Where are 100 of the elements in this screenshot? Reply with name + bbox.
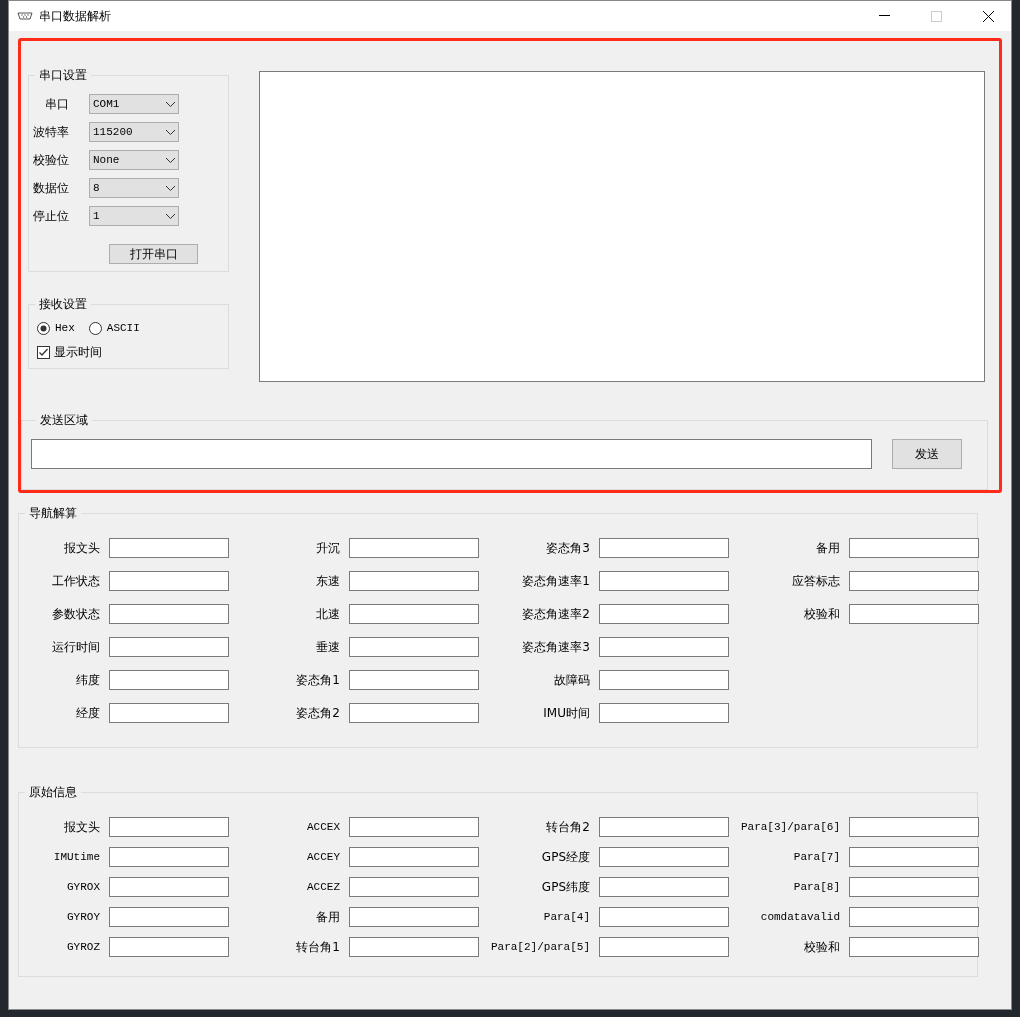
field-label: 备用 bbox=[816, 539, 840, 557]
value-field[interactable] bbox=[109, 604, 229, 624]
value-field[interactable] bbox=[109, 670, 229, 690]
field-label: comdatavalid bbox=[760, 911, 840, 923]
value-field[interactable] bbox=[849, 907, 979, 927]
chevron-icon bbox=[166, 185, 175, 191]
dropdown[interactable]: 115200 bbox=[89, 122, 179, 142]
field-label: GYROX bbox=[67, 881, 100, 893]
value-field[interactable] bbox=[599, 817, 729, 837]
field-label: 应答标志 bbox=[792, 572, 840, 590]
field-label: 运行时间 bbox=[52, 638, 100, 656]
value-field[interactable] bbox=[849, 937, 979, 957]
value-field[interactable] bbox=[849, 538, 979, 558]
value-field[interactable] bbox=[109, 937, 229, 957]
field-label: 经度 bbox=[76, 704, 100, 722]
value-field[interactable] bbox=[599, 703, 729, 723]
field-label: 姿态角3 bbox=[546, 539, 590, 557]
field-label: 北速 bbox=[316, 605, 340, 623]
field-label: 故障码 bbox=[554, 671, 590, 689]
chevron-icon bbox=[166, 129, 175, 135]
group-title: 串口设置 bbox=[38, 67, 88, 84]
field-label: 垂速 bbox=[316, 638, 340, 656]
field-label: IMU时间 bbox=[543, 704, 590, 722]
field-label: Para[7] bbox=[793, 851, 840, 863]
group-title: 导航解算 bbox=[28, 505, 78, 522]
dropdown[interactable]: 8 bbox=[89, 178, 179, 198]
field-label: 报文头 bbox=[64, 818, 100, 836]
field-label: 姿态角速率2 bbox=[522, 605, 590, 623]
value-field[interactable] bbox=[599, 538, 729, 558]
value-field[interactable] bbox=[599, 670, 729, 690]
field-label: 工作状态 bbox=[52, 572, 100, 590]
field-label: Para[2]/para[5] bbox=[490, 941, 590, 953]
value-field[interactable] bbox=[599, 937, 729, 957]
value-field[interactable] bbox=[349, 571, 479, 591]
chevron-icon bbox=[166, 157, 175, 163]
field-label: 停止位 bbox=[32, 207, 70, 225]
dropdown[interactable]: COM1 bbox=[89, 94, 179, 114]
value-field[interactable] bbox=[109, 877, 229, 897]
value-field[interactable] bbox=[109, 571, 229, 591]
value-field[interactable] bbox=[599, 637, 729, 657]
value-field[interactable] bbox=[599, 877, 729, 897]
field-label: 东速 bbox=[316, 572, 340, 590]
dropdown[interactable]: 1 bbox=[89, 206, 179, 226]
value-field[interactable] bbox=[599, 847, 729, 867]
dropdown[interactable]: None bbox=[89, 150, 179, 170]
field-label: Para[8] bbox=[793, 881, 840, 893]
field-label: 数据位 bbox=[32, 179, 70, 197]
value-field[interactable] bbox=[849, 571, 979, 591]
value-field[interactable] bbox=[109, 538, 229, 558]
value-field[interactable] bbox=[349, 817, 479, 837]
field-label: ACCEX bbox=[307, 821, 340, 833]
value-field[interactable] bbox=[349, 637, 479, 657]
value-field[interactable] bbox=[599, 907, 729, 927]
value-field[interactable] bbox=[849, 817, 979, 837]
field-label: 波特率 bbox=[32, 123, 70, 141]
value-field[interactable] bbox=[349, 847, 479, 867]
field-label: Para[3]/para[6] bbox=[740, 821, 840, 833]
field-label: 校验和 bbox=[804, 605, 840, 623]
value-field[interactable] bbox=[349, 907, 479, 927]
value-field[interactable] bbox=[109, 637, 229, 657]
field-label: ACCEY bbox=[307, 851, 340, 863]
field-label: 转台角2 bbox=[546, 818, 590, 836]
value-field[interactable] bbox=[849, 847, 979, 867]
field-label: GYROZ bbox=[67, 941, 100, 953]
value-field[interactable] bbox=[599, 604, 729, 624]
radio-option[interactable]: ASCII bbox=[88, 321, 140, 335]
value-field[interactable] bbox=[109, 703, 229, 723]
value-field[interactable] bbox=[349, 604, 479, 624]
value-field[interactable] bbox=[599, 571, 729, 591]
value-field[interactable] bbox=[109, 907, 229, 927]
value-field[interactable] bbox=[349, 670, 479, 690]
window-title: 串口数据解析 bbox=[39, 7, 112, 25]
value-field[interactable] bbox=[349, 937, 479, 957]
radio-option[interactable]: Hex bbox=[37, 321, 75, 335]
value-field[interactable] bbox=[349, 703, 479, 723]
value-field[interactable] bbox=[109, 847, 229, 867]
chevron-icon bbox=[166, 101, 175, 107]
field-label: 姿态角速率3 bbox=[522, 638, 590, 656]
send-button[interactable]: 发送 bbox=[892, 439, 962, 469]
field-label: GPS纬度 bbox=[541, 878, 590, 896]
field-label: Para[4] bbox=[543, 911, 590, 923]
maximize-icon bbox=[930, 10, 942, 22]
send-input-field[interactable] bbox=[31, 439, 872, 469]
field-label: GPS经度 bbox=[541, 848, 590, 866]
value-field[interactable] bbox=[349, 538, 479, 558]
field-label: 姿态角2 bbox=[296, 704, 340, 722]
group-title: 发送区域 bbox=[39, 412, 89, 429]
show-time-checkbox[interactable]: 显示时间 bbox=[37, 339, 102, 365]
minimize-icon bbox=[878, 15, 890, 17]
field-label: 参数状态 bbox=[52, 605, 100, 623]
serial-port-icon bbox=[17, 12, 33, 20]
value-field[interactable] bbox=[109, 817, 229, 837]
value-field[interactable] bbox=[349, 877, 479, 897]
field-label: 备用 bbox=[316, 908, 340, 926]
field-label: 校验和 bbox=[804, 938, 840, 956]
field-label: 校验位 bbox=[32, 151, 70, 169]
field-label: GYROY bbox=[67, 911, 100, 923]
value-field[interactable] bbox=[849, 877, 979, 897]
open-port-button[interactable]: 打开串口 bbox=[109, 244, 198, 264]
value-field[interactable] bbox=[849, 604, 979, 624]
